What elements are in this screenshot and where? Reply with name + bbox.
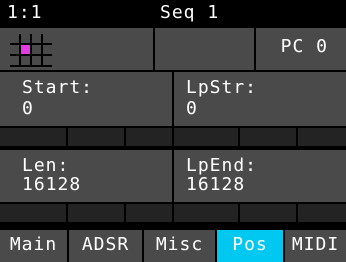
pattern-grid-panel[interactable]	[0, 28, 153, 70]
pattern-grid-icon	[10, 34, 52, 67]
grid-cell	[10, 56, 19, 65]
separator-row	[0, 128, 346, 146]
grid-cell	[32, 45, 41, 54]
column-divider	[172, 72, 174, 126]
separator-segment	[298, 128, 346, 146]
grid-cell	[10, 34, 19, 43]
grid-cell	[10, 45, 19, 54]
header-bar: 1:1 Seq 1	[0, 0, 346, 27]
separator-segment	[174, 204, 238, 222]
grid-cell	[43, 56, 52, 65]
tab-label: ADSR	[81, 234, 130, 255]
device-screen: 1:1 Seq 1 PC 0 Start: 0 LpStr: 0 Len: 16…	[0, 0, 346, 262]
column-divider	[172, 150, 174, 202]
separator-row	[0, 204, 346, 222]
length-label: Len:	[22, 155, 70, 176]
grid-cell	[21, 34, 30, 43]
grid-cell	[32, 56, 41, 65]
start-label: Start:	[22, 77, 94, 98]
separator-segment	[240, 128, 296, 146]
separator-segment	[0, 204, 66, 222]
grid-cell	[43, 45, 52, 54]
grid-cell	[21, 45, 30, 54]
separator-segment	[298, 204, 346, 222]
length-value: 16128	[22, 174, 82, 195]
tab-misc[interactable]: Misc	[144, 230, 215, 262]
loop-end-value: 16128	[186, 174, 246, 195]
separator-segment	[240, 204, 296, 222]
tab-adsr[interactable]: ADSR	[69, 230, 142, 262]
program-change-label: PC 0	[280, 36, 328, 57]
tab-bar: Main ADSR Misc Pos MIDI	[0, 230, 346, 262]
grid-cell	[32, 34, 41, 43]
position-indicator: 1:1	[7, 2, 43, 23]
tab-main[interactable]: Main	[0, 230, 67, 262]
start-value: 0	[22, 98, 34, 119]
tab-label: Main	[9, 234, 58, 255]
loop-start-value: 0	[186, 98, 198, 119]
separator-segment	[68, 204, 124, 222]
separator-segment	[68, 128, 124, 146]
top-row: PC 0	[0, 28, 346, 70]
tab-label: MIDI	[291, 234, 340, 255]
separator-segment	[126, 128, 172, 146]
tab-pos[interactable]: Pos	[217, 230, 283, 262]
loop-start-label: LpStr:	[186, 77, 258, 98]
separator-segment	[174, 128, 238, 146]
separator-segment	[0, 128, 66, 146]
empty-slot	[155, 28, 254, 70]
sequence-title: Seq 1	[160, 2, 220, 23]
param-row-length: Len: 16128 LpEnd: 16128	[0, 150, 346, 202]
grid-cell	[43, 34, 52, 43]
tab-label: Misc	[155, 234, 204, 255]
tab-label: Pos	[232, 234, 268, 255]
program-change-panel[interactable]: PC 0	[256, 28, 346, 70]
separator-segment	[126, 204, 172, 222]
grid-cell	[21, 56, 30, 65]
loop-end-label: LpEnd:	[186, 155, 258, 176]
tab-midi[interactable]: MIDI	[285, 230, 346, 262]
param-row-start: Start: 0 LpStr: 0	[0, 72, 346, 126]
